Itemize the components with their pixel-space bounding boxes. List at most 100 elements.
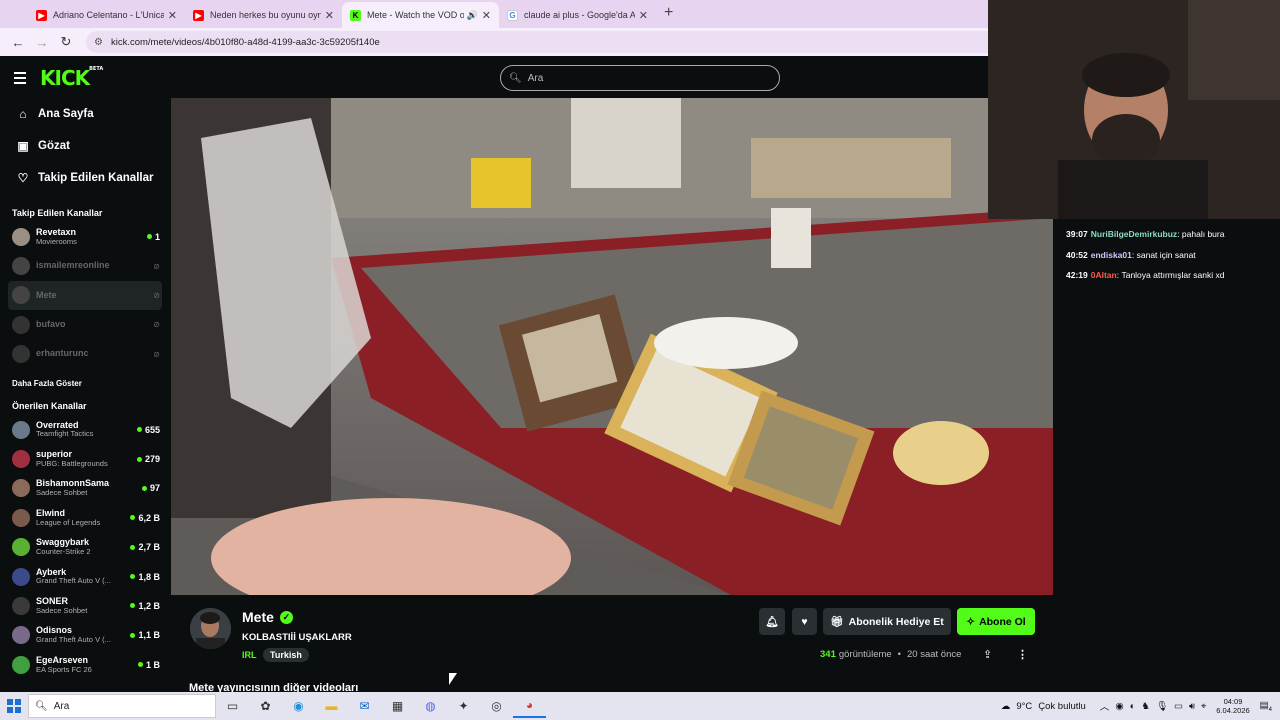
store-icon[interactable]: ▦ xyxy=(381,694,414,718)
video-player[interactable] xyxy=(171,98,1053,595)
nav-home[interactable]: ⌂ Ana Sayfa xyxy=(16,98,170,130)
network-icon[interactable]: ▭ xyxy=(1174,701,1183,712)
sidebar-channel[interactable]: Overrated Teamfight Tactics 655 xyxy=(0,415,170,444)
sidebar-channel[interactable]: EgeArseven EA Sports FC 26 1 B xyxy=(0,650,170,679)
menu-icon[interactable] xyxy=(14,72,26,87)
sidebar-channel[interactable]: bufavo ⊘ xyxy=(0,310,170,339)
viewer-count: 1 xyxy=(146,232,160,242)
microphone-icon[interactable]: 🎙︎ xyxy=(1156,701,1168,712)
avatar xyxy=(12,420,30,439)
viewer-count: 2,7 B xyxy=(130,542,160,552)
notification-bell-button[interactable]: 🔔︎ xyxy=(759,608,785,635)
sidebar-channel[interactable]: SONER Sadece Sohbet 1,2 B xyxy=(0,591,170,620)
copilot-icon[interactable]: ✿ xyxy=(249,694,282,718)
mouse-cursor xyxy=(449,673,457,685)
heart-icon: ♡ xyxy=(17,171,29,185)
sidebar-channel[interactable]: Elwind League of Legends 6,2 B xyxy=(0,503,170,532)
close-tab-icon[interactable]: ✕ xyxy=(325,9,334,22)
webcam-frame xyxy=(988,0,1280,219)
chat-username[interactable]: 0Altan xyxy=(1091,270,1117,280)
viewer-count: 1,2 B xyxy=(130,601,160,611)
language-tag[interactable]: Turkish xyxy=(263,648,309,662)
new-tab-icon[interactable]: + xyxy=(664,4,673,22)
chat-username[interactable]: endiska01 xyxy=(1091,250,1132,260)
browser-tab[interactable]: ▶ Neden herkes bu oyunu oynam ✕ xyxy=(185,2,342,28)
subscribe-button[interactable]: ✧ Abone Ol xyxy=(957,608,1035,635)
sidebar-channel[interactable]: Ayberk Grand Theft Auto V (... 1,8 B xyxy=(0,562,170,591)
obs-icon[interactable]: ◎ xyxy=(480,694,513,718)
outlook-icon[interactable]: ✉ xyxy=(348,694,381,718)
sidebar-channel[interactable]: BishamonnSama Sadece Sohbet 97 xyxy=(0,474,170,503)
avatar xyxy=(12,655,30,674)
sidebar-channel[interactable]: Swaggybark Counter-Strike 2 2,7 B xyxy=(0,533,170,562)
browser-tab[interactable]: ▶ Adriano Celentano - L'Unica Ch ✕ xyxy=(28,2,185,28)
channel-name[interactable]: Mete ✓ xyxy=(242,609,293,625)
weather-text[interactable]: Çok bulutlu xyxy=(1038,701,1086,712)
viewer-count: 1,8 B xyxy=(130,572,160,582)
speaker-icon[interactable]: 🔊 xyxy=(467,10,478,21)
system-tray: ☁ 9°C Çok bulutlu ︿ ◉ ◐ ♞ 🎙︎ ▭ 🔊︎ ⌖ 04:0… xyxy=(1001,692,1280,720)
search-input[interactable]: 🔍︎ Ara xyxy=(500,65,780,91)
tray-app-icon[interactable]: ♞ xyxy=(1141,701,1150,712)
site-info-icon[interactable]: ⚙ xyxy=(94,37,103,48)
gift-icon: 🎁︎ xyxy=(830,616,844,628)
taskbar: 🔍︎ Ara ▭ ✿ ◉ ▬ ✉ ▦ ◍ ✦ ◎ ◕ ☁ 9°C Çok bulu… xyxy=(0,692,1280,720)
tray-app-icon[interactable]: ◐ xyxy=(1130,701,1136,712)
avatar xyxy=(12,626,30,645)
video-title: KOLBASTIİİ UŞAKLARR xyxy=(242,632,352,643)
close-tab-icon[interactable]: ✕ xyxy=(639,9,648,22)
location-icon[interactable]: ⌖ xyxy=(1201,701,1206,712)
chrome-icon[interactable]: ◕ xyxy=(513,694,546,718)
sidebar-channel-selected[interactable]: Mete ⊘ xyxy=(8,280,162,311)
browser-tab-active[interactable]: K Mete - Watch the VOD on K 🔊 ✕ xyxy=(342,2,499,28)
channel-avatar[interactable] xyxy=(190,608,231,649)
task-view-icon[interactable]: ▭ xyxy=(216,694,249,718)
chevron-up-icon[interactable]: ︿ xyxy=(1100,699,1110,713)
discord-icon[interactable]: ◍ xyxy=(414,694,447,718)
sidebar-channel[interactable]: ismailemreonline ⊘ xyxy=(0,251,170,280)
chat-message: 40:52 endiska01: sanat için sanat xyxy=(1066,249,1196,260)
category-link[interactable]: IRL xyxy=(242,650,257,660)
volume-icon[interactable]: 🔊︎ xyxy=(1189,701,1195,712)
follow-button[interactable]: ♥ xyxy=(792,608,817,635)
sidebar-channel[interactable]: Odisnos Grand Theft Auto V (... 1,1 B xyxy=(0,621,170,650)
sidebar-channel[interactable]: erhanturunc ⊘ xyxy=(0,340,170,369)
viewer-count: 97 xyxy=(141,483,160,493)
sidebar-channel[interactable]: superior PUBG: Battlegrounds 279 xyxy=(0,444,170,473)
share-icon[interactable]: ⇪ xyxy=(983,648,992,661)
avatar xyxy=(12,479,30,498)
taskbar-search[interactable]: 🔍︎ Ara xyxy=(28,694,216,718)
close-tab-icon[interactable]: ✕ xyxy=(482,9,491,22)
windows-start-icon[interactable] xyxy=(0,699,28,713)
back-icon[interactable]: ← xyxy=(8,35,28,50)
weather-temp: 9°C xyxy=(1016,700,1033,712)
chat-panel: 39:07 NuriBilgeDemirkubuz: pahalı bura 40… xyxy=(1053,219,1280,692)
heart-icon: ♥ xyxy=(801,615,808,628)
tray-app-icon[interactable]: ◉ xyxy=(1115,701,1123,712)
sidebar: ⌂ Ana Sayfa ▣ Gözat ♡ Takip Edilen Kanallar… xyxy=(0,98,170,692)
clock[interactable]: 04:09 6.04.2026 xyxy=(1216,697,1249,716)
sidebar-channel[interactable]: Revetaxn Movierooms 1 xyxy=(0,222,170,251)
file-explorer-icon[interactable]: ▬ xyxy=(315,694,348,718)
avatar xyxy=(12,596,30,615)
gift-subscription-button[interactable]: 🎁︎ Abonelik Hediye Et xyxy=(823,608,951,635)
followed-section-title: Takip Edilen Kanallar xyxy=(12,208,103,218)
app-icon[interactable]: ✦ xyxy=(447,694,480,718)
browser-tab-bar: ▶ Adriano Celentano - L'Unica Ch ✕ ▶ Ned… xyxy=(0,0,988,28)
reload-icon[interactable]: ↻ xyxy=(56,34,76,50)
nav-browse[interactable]: ▣ Gözat xyxy=(16,130,170,162)
forward-icon[interactable]: → xyxy=(32,35,52,50)
avatar xyxy=(12,508,30,527)
address-bar[interactable]: ⚙ kick.com/mete/videos/4b010f80-a48d-419… xyxy=(86,31,988,53)
chat-username[interactable]: NuriBilgeDemirkubuz xyxy=(1091,229,1177,239)
viewer-count: 1,1 B xyxy=(130,630,160,640)
browser-tab[interactable]: G claude ai plus - Google'da Ara ✕ xyxy=(499,2,656,28)
recommended-section-title: Önerilen Kanallar xyxy=(12,400,87,411)
notification-icon[interactable]: ▤4 xyxy=(1260,700,1272,713)
show-more-link[interactable]: Daha Fazla Göster xyxy=(0,373,170,395)
kick-logo[interactable]: KICKBETA xyxy=(40,66,103,90)
edge-icon[interactable]: ◉ xyxy=(282,694,315,718)
more-options-icon[interactable]: ⋮ xyxy=(1017,648,1028,661)
close-tab-icon[interactable]: ✕ xyxy=(168,9,177,22)
nav-following[interactable]: ♡ Takip Edilen Kanallar xyxy=(16,162,170,194)
